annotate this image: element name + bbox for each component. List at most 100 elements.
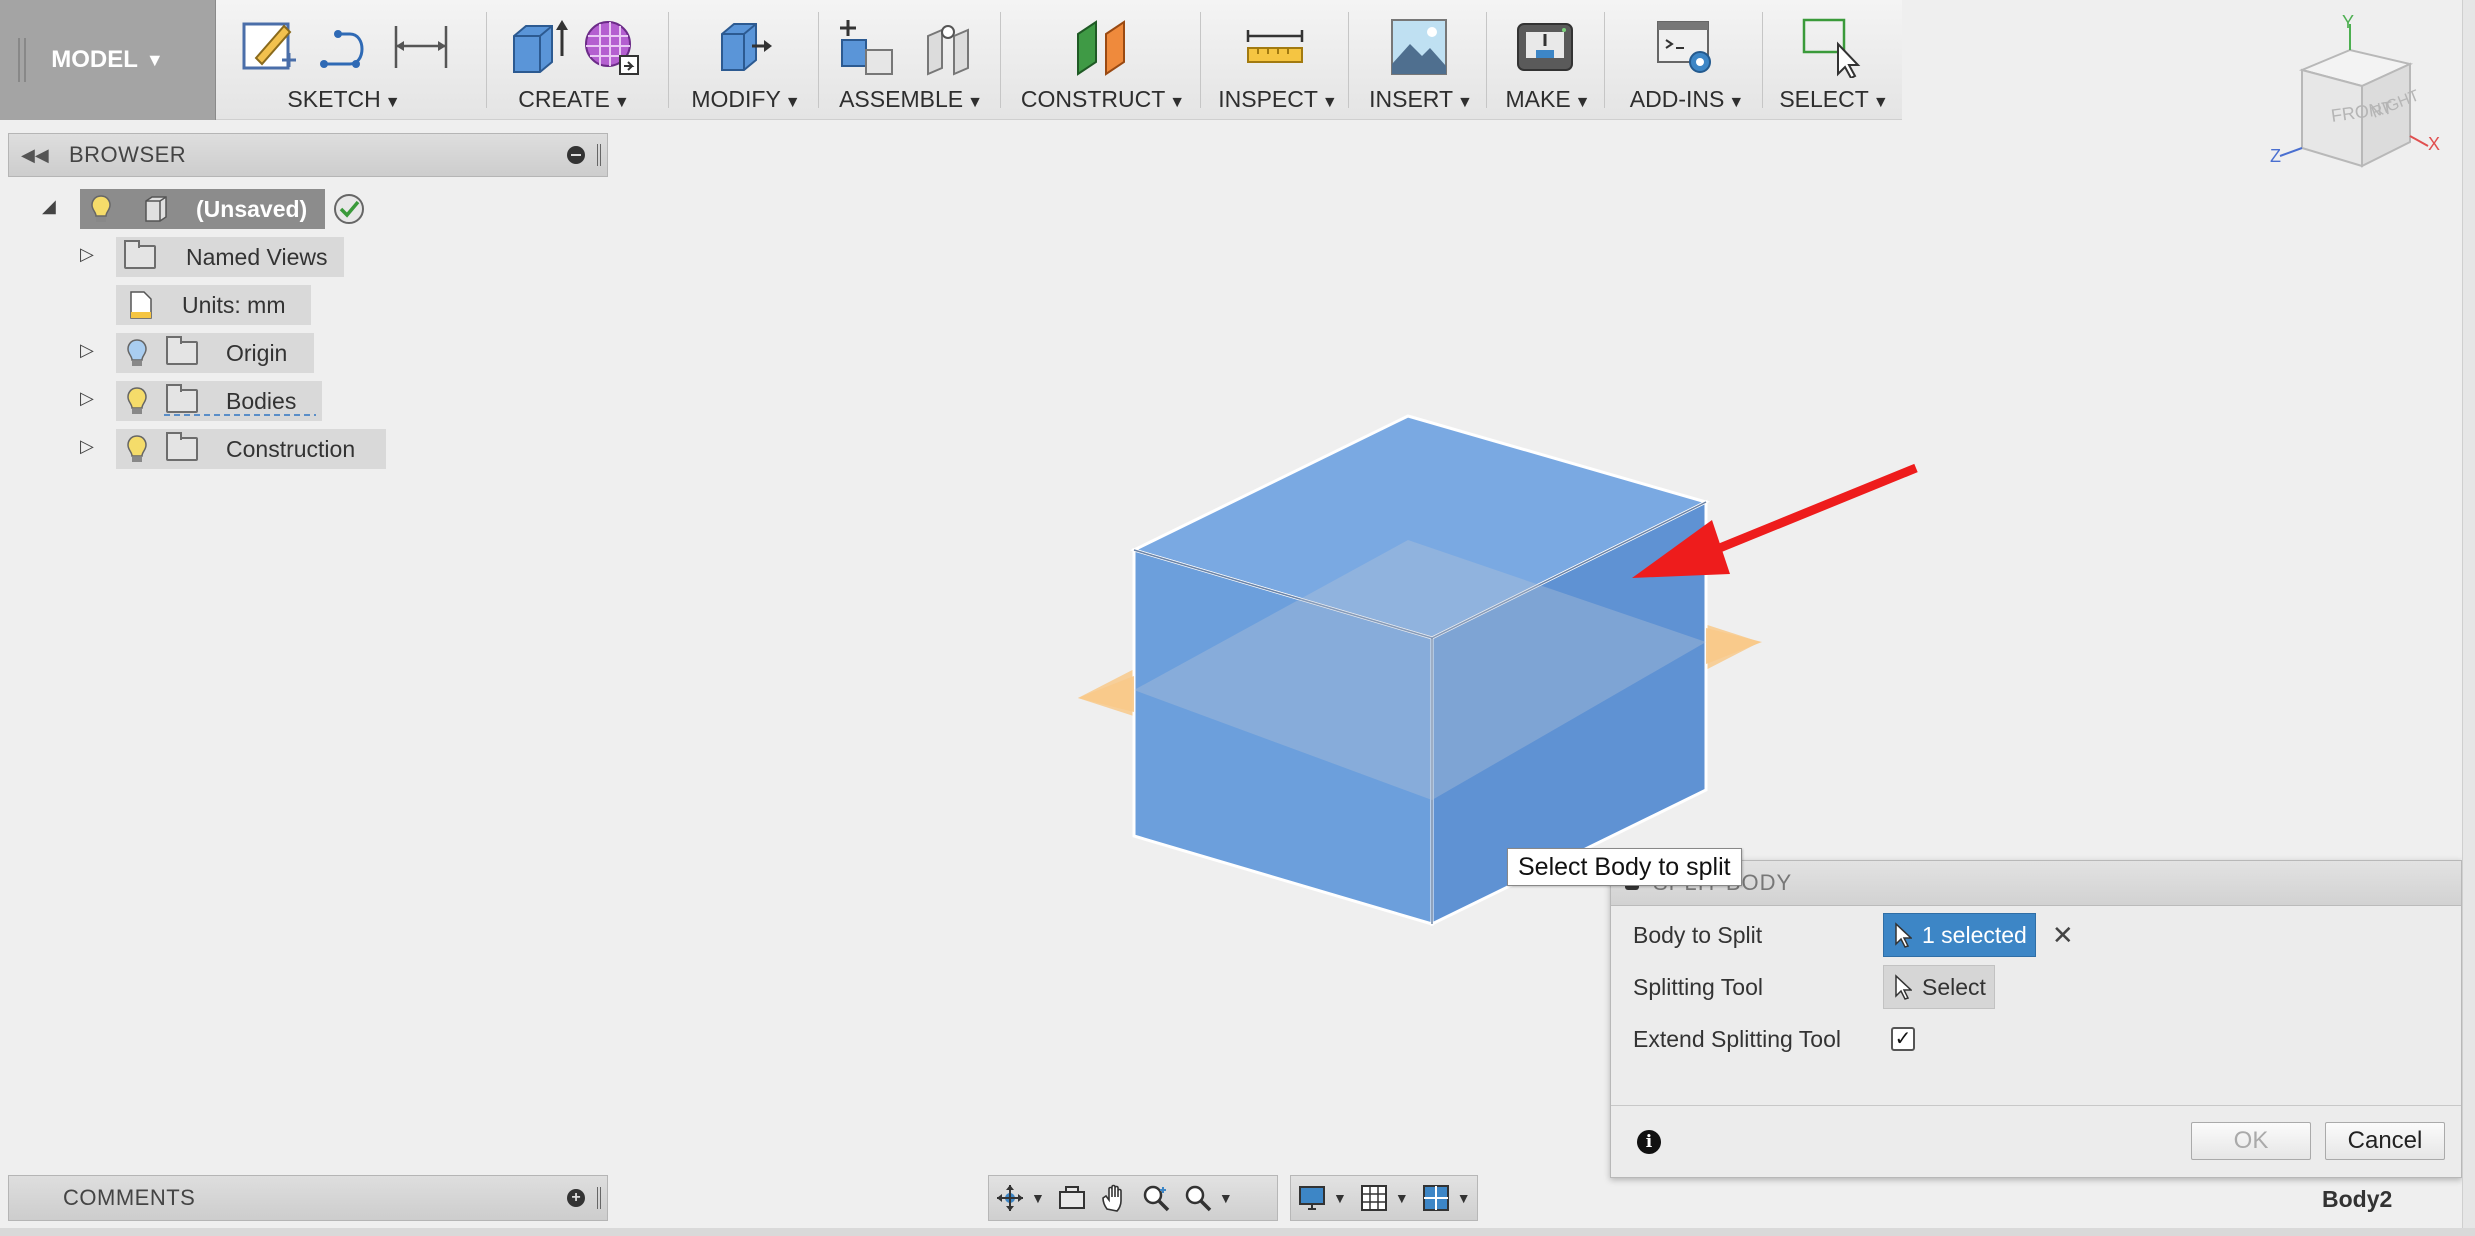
- select-menu[interactable]: SELECT ▼: [1770, 86, 1898, 113]
- display-settings-dropdown-icon[interactable]: ▼: [1333, 1190, 1347, 1206]
- viewports-icon[interactable]: [1419, 1181, 1453, 1215]
- tree-expand-bodies-icon[interactable]: ▷: [80, 388, 94, 409]
- tree-expand-origin-icon[interactable]: ▷: [80, 340, 94, 361]
- tree-expand-root-icon[interactable]: ◢: [42, 196, 56, 217]
- addins-menu[interactable]: ADD-INS ▼: [1612, 86, 1762, 113]
- construct-menu[interactable]: CONSTRUCT ▼: [1008, 86, 1198, 113]
- zoom-window-icon[interactable]: [1181, 1181, 1215, 1215]
- insert-image-icon[interactable]: [1388, 16, 1450, 78]
- info-icon[interactable]: i: [1637, 1130, 1661, 1154]
- tree-item-label: Construction: [226, 435, 356, 462]
- create-menu[interactable]: CREATE ▼: [494, 86, 654, 113]
- split-body-dialog: SPLIT BODY Body to Split 1 selected ✕ Sp…: [1610, 860, 2462, 1178]
- selection-hatch-indicator: [164, 414, 316, 416]
- measure-icon[interactable]: [1244, 16, 1306, 78]
- orbit-dropdown-icon[interactable]: ▼: [1031, 1190, 1045, 1206]
- viewcube[interactable]: FRONT RIGHT Y X Z: [2250, 10, 2450, 180]
- addins-group: ADD-INS ▼: [1612, 0, 1762, 120]
- lightbulb-icon[interactable]: [90, 194, 112, 224]
- axis-x-label: X: [2428, 134, 2440, 154]
- tree-item-construction[interactable]: Construction: [116, 429, 386, 469]
- toolbar: MODEL ▼ SKETCH ▼ CREATE ▼ MODIFY ▼ ASSEM…: [0, 0, 1902, 120]
- window-select-icon[interactable]: [1800, 16, 1862, 78]
- annotation-arrow: [1632, 463, 1918, 578]
- inspect-menu[interactable]: INSPECT ▼: [1208, 86, 1348, 113]
- pan-hand-icon[interactable]: [1097, 1181, 1131, 1215]
- panel-pin-icon[interactable]: [597, 1187, 601, 1209]
- press-pull-icon[interactable]: [712, 16, 774, 78]
- extend-splitting-tool-checkbox[interactable]: ✓: [1891, 1027, 1915, 1051]
- zoom-dropdown-icon[interactable]: ▼: [1219, 1190, 1233, 1206]
- splitting-tool-control: Select: [1883, 965, 1995, 1009]
- tree-item-label: Units: mm: [182, 291, 286, 318]
- active-check-icon: [334, 194, 364, 224]
- toolbar-grip[interactable]: [18, 38, 26, 82]
- tree-item-origin[interactable]: Origin: [116, 333, 314, 373]
- scripts-addins-icon[interactable]: [1654, 16, 1716, 78]
- collapse-panel-icon[interactable]: ◀◀: [21, 145, 51, 166]
- sketch-group: SKETCH ▼: [228, 0, 460, 120]
- insert-menu[interactable]: INSERT ▼: [1356, 86, 1486, 113]
- clear-selection-icon[interactable]: ✕: [2052, 920, 2074, 951]
- comments-panel[interactable]: COMMENTS +: [8, 1175, 608, 1221]
- splitting-tool-value: Select: [1922, 973, 1986, 1000]
- offset-plane-icon[interactable]: [1072, 16, 1134, 78]
- minimize-panel-icon[interactable]: [567, 146, 585, 164]
- grid-settings-icon[interactable]: [1357, 1181, 1391, 1215]
- tree-expand-named-views-icon[interactable]: ▷: [80, 244, 94, 265]
- modify-group: MODIFY ▼: [676, 0, 816, 120]
- right-panel-edge: [2462, 0, 2475, 1236]
- zoom-icon[interactable]: [1139, 1181, 1173, 1215]
- orbit-icon[interactable]: [993, 1181, 1027, 1215]
- body-to-split-control: 1 selected ✕: [1883, 913, 2074, 957]
- extend-splitting-tool-control: ✓: [1891, 1017, 1915, 1061]
- body-to-split-label: Body to Split: [1633, 921, 1763, 948]
- viewports-dropdown-icon[interactable]: ▼: [1457, 1190, 1471, 1206]
- panel-pin-icon[interactable]: [597, 144, 601, 166]
- tree-item-bodies[interactable]: Bodies: [116, 381, 322, 421]
- 3d-print-icon[interactable]: [1514, 16, 1576, 78]
- grid-settings-dropdown-icon[interactable]: ▼: [1395, 1190, 1409, 1206]
- make-menu[interactable]: MAKE ▼: [1494, 86, 1602, 113]
- tree-item-root[interactable]: (Unsaved): [80, 189, 325, 229]
- units-document-icon: [130, 291, 152, 319]
- workspace-switcher-button[interactable]: MODEL ▼: [0, 0, 216, 120]
- document-body-icon: [145, 196, 167, 222]
- splitting-plane[interactable]: [1078, 528, 1760, 812]
- lightbulb-icon[interactable]: [126, 338, 148, 368]
- add-comment-icon[interactable]: +: [567, 1189, 585, 1207]
- browser-title: BROWSER: [69, 142, 187, 167]
- ok-button[interactable]: OK: [2191, 1122, 2311, 1160]
- create-sketch-icon[interactable]: [238, 16, 300, 78]
- select-group: SELECT ▼: [1770, 0, 1898, 120]
- display-settings-icon[interactable]: [1295, 1181, 1329, 1215]
- tree-item-named-views[interactable]: Named Views: [116, 237, 344, 277]
- splitting-tool-selector[interactable]: Select: [1883, 965, 1995, 1009]
- tree-item-units[interactable]: Units: mm: [116, 285, 311, 325]
- body-to-split-selector[interactable]: 1 selected: [1883, 913, 2036, 957]
- axis-y-label: Y: [2342, 12, 2354, 32]
- lightbulb-icon[interactable]: [126, 434, 148, 464]
- sketch-menu[interactable]: SKETCH ▼: [228, 86, 460, 113]
- cancel-button[interactable]: Cancel: [2325, 1122, 2445, 1160]
- create-group: CREATE ▼: [494, 0, 654, 120]
- folder-icon: [166, 336, 198, 365]
- tree-expand-construction-icon[interactable]: ▷: [80, 436, 94, 457]
- lightbulb-icon[interactable]: [126, 386, 148, 416]
- tree-item-label: Origin: [226, 339, 288, 366]
- extrude-icon[interactable]: [508, 16, 570, 78]
- sketch-dimension-icon[interactable]: [390, 16, 452, 78]
- sketch-arc-icon[interactable]: [316, 16, 378, 78]
- assemble-menu[interactable]: ASSEMBLE ▼: [826, 86, 996, 113]
- create-form-icon[interactable]: [580, 16, 642, 78]
- folder-icon: [124, 240, 156, 269]
- make-group: MAKE ▼: [1494, 0, 1602, 120]
- cursor-arrow-icon: [1895, 974, 1912, 1000]
- new-component-icon[interactable]: [836, 16, 898, 78]
- splitting-tool-label: Splitting Tool: [1633, 973, 1763, 1000]
- dialog-footer: i OK Cancel: [1611, 1105, 2461, 1177]
- look-at-icon[interactable]: [1055, 1181, 1089, 1215]
- joint-icon[interactable]: [920, 16, 982, 78]
- modify-menu[interactable]: MODIFY ▼: [676, 86, 816, 113]
- comments-title: COMMENTS: [63, 1185, 196, 1210]
